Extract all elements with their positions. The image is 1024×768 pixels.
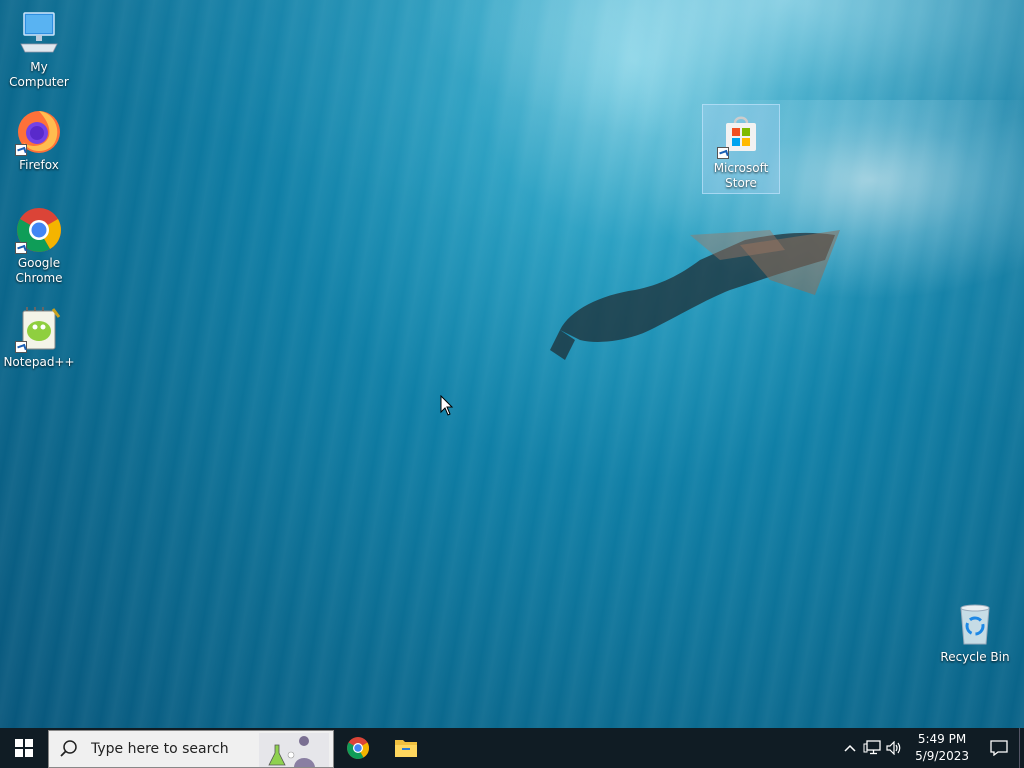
desktop-icon-label: My Computer [9,60,69,89]
wallpaper-diver [550,230,840,360]
file-explorer-icon [395,740,417,757]
taskbar-chrome-button[interactable] [334,728,382,768]
wallpaper-rays [0,0,1024,728]
network-button[interactable] [861,728,883,768]
chrome-icon [15,206,63,254]
chevron-up-icon [844,744,856,752]
desktop-icon-label: Google Chrome [15,256,63,285]
desktop-icon-firefox[interactable]: Firefox [1,108,77,173]
desktop-icon-recycle-bin[interactable]: Recycle Bin [937,600,1013,665]
mouse-cursor-icon [440,395,454,416]
taskbar: 5:49 PM 5/9/2023 [0,728,1024,768]
taskbar-clock[interactable]: 5:49 PM 5/9/2023 [905,731,979,765]
system-tray: 5:49 PM 5/9/2023 [839,728,1024,768]
search-icon [60,739,77,757]
firefox-icon [15,108,63,156]
network-icon [863,740,881,755]
desktop-icon-my-computer[interactable]: My Computer [1,10,77,90]
show-hidden-icons-button[interactable] [839,728,861,768]
notepad-plus-plus-icon [15,305,63,353]
desktop-icon-label: Firefox [19,158,59,172]
microsoft-store-icon [717,111,765,159]
taskbar-file-explorer-button[interactable] [382,728,430,768]
start-button[interactable] [0,728,48,768]
action-center-button[interactable] [979,728,1019,768]
windows-logo-icon [15,739,33,757]
shortcut-arrow-icon [15,341,27,353]
clock-date: 5/9/2023 [915,749,969,763]
desktop-icon-label: Microsoft Store [713,161,769,190]
shortcut-arrow-icon [717,147,729,159]
desktop-icon-label: Recycle Bin [940,650,1010,664]
notification-icon [990,740,1008,756]
speaker-icon [886,741,901,755]
monitor-icon [15,10,63,58]
show-desktop-button[interactable] [1019,728,1024,768]
desktop-icon-google-chrome[interactable]: Google Chrome [1,206,77,286]
search-input[interactable] [89,739,263,758]
taskbar-search-box[interactable] [48,729,334,768]
volume-button[interactable] [883,728,905,768]
search-highlight-illustration-icon [259,732,329,767]
desktop-icon-microsoft-store[interactable]: Microsoft Store [702,104,780,194]
desktop-icon-label: Notepad++ [3,355,75,369]
shortcut-arrow-icon [15,144,27,156]
chrome-icon [347,737,369,759]
desktop-icon-notepad-plus-plus[interactable]: Notepad++ [1,305,77,370]
clock-time: 5:49 PM [917,732,967,746]
shortcut-arrow-icon [15,242,27,254]
recycle-bin-icon [951,600,999,648]
